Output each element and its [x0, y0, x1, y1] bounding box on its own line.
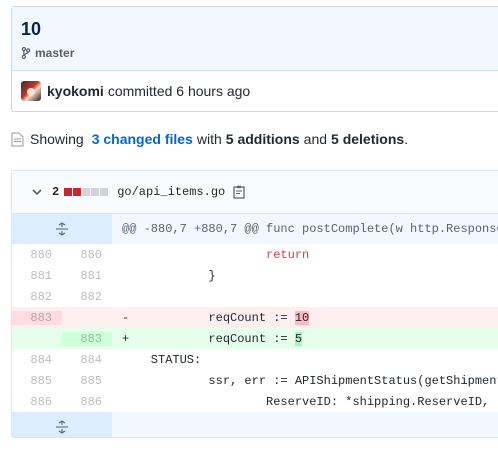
hunk-header: @@ -880,7 +880,7 @@ func postComplete(w …: [122, 222, 498, 236]
old-line-number[interactable]: 884: [12, 353, 62, 367]
summary-and: and: [303, 131, 328, 147]
diff-marker: -: [122, 310, 130, 325]
old-line-number[interactable]: 882: [12, 290, 62, 304]
file-diff: 2 go/api_items.go @@ -880,7 +880,7 @@ fu…: [11, 170, 498, 438]
commit-title: 10: [21, 19, 42, 39]
changed-token: 5: [294, 331, 303, 346]
code-text: return: [122, 247, 310, 262]
hunk-footer-row: [12, 412, 498, 437]
new-line-number[interactable]: 885: [62, 374, 112, 388]
changed-token: 10: [294, 310, 310, 325]
added-line: 883 + reqCount := 5: [12, 328, 498, 349]
commit-box: 10 master kyokomi committed 6 hours ago: [11, 6, 498, 112]
code-line: [112, 290, 151, 304]
clipboard-icon[interactable]: [233, 185, 245, 199]
context-line: 884 884 STATUS:: [12, 349, 498, 370]
code-line: + reqCount := 5: [112, 331, 303, 346]
context-line: 885 885 ssr, err := APIShipmentStatus(get…: [12, 370, 498, 391]
summary-period: .: [404, 131, 409, 147]
code-text: }: [122, 268, 216, 283]
chevron-down-icon[interactable]: [32, 188, 42, 196]
new-line-number[interactable]: 886: [62, 395, 112, 409]
old-line-number[interactable]: 886: [12, 395, 62, 409]
code-line: ssr, err := APIShipmentStatus(getShipmen…: [112, 374, 498, 388]
code-text: ReserveID: *shipping.ReserveID,: [122, 394, 490, 409]
changed-files-link[interactable]: 3 changed files: [92, 131, 193, 147]
code-text: ssr, err := APIShipmentStatus(getShipmen…: [208, 373, 498, 388]
new-line-number[interactable]: 880: [62, 248, 112, 262]
code-text: reqCount :=: [150, 310, 295, 325]
branch-icon: [21, 47, 31, 59]
commit-header: 10 master: [12, 7, 498, 71]
diff-stat-blocks: [64, 188, 109, 196]
diff-stat-block: [91, 188, 100, 196]
expand-down-icon[interactable]: [12, 412, 112, 437]
file-path-link[interactable]: go/api_items.go: [117, 185, 225, 199]
diff-summary: Showing 3 changed files with 5 additions…: [11, 131, 408, 147]
context-line: 880 880 return: [12, 244, 498, 265]
old-line-number[interactable]: 883: [12, 310, 62, 325]
new-line-number[interactable]: 884: [62, 353, 112, 367]
old-line-number[interactable]: 885: [12, 374, 62, 388]
code-line: ReserveID: *shipping.ReserveID,: [112, 395, 489, 409]
author-link[interactable]: kyokomi: [47, 83, 104, 99]
new-line-number[interactable]: 882: [62, 290, 112, 304]
branch-name: master: [35, 46, 75, 60]
change-count: 2: [52, 185, 60, 199]
old-line-number[interactable]: 880: [12, 248, 62, 262]
diff-stat-block: [100, 188, 109, 196]
context-line: 881 881 }: [12, 265, 498, 286]
avatar[interactable]: [21, 81, 41, 101]
commit-meta: kyokomi committed 6 hours ago: [21, 81, 250, 101]
code-text: reqCount :=: [150, 331, 295, 346]
code-line: }: [112, 268, 216, 283]
context-line: 882 882: [12, 286, 498, 307]
diff-stat-block: [73, 188, 82, 196]
code-line: - reqCount := 10: [112, 310, 310, 325]
diff-marker: +: [122, 331, 130, 346]
diff-stat-block: [82, 188, 91, 196]
deleted-line: 883 - reqCount := 10: [12, 307, 498, 328]
deletions-count: 5 deletions: [331, 131, 405, 147]
summary-showing: Showing: [30, 131, 84, 147]
file-diff-icon: [11, 132, 24, 146]
context-line: 886 886 ReserveID: *shipping.ReserveID,: [12, 391, 498, 412]
additions-count: 5 additions: [225, 131, 300, 147]
commit-time: committed 6 hours ago: [107, 83, 251, 99]
code-text: STATUS:: [122, 352, 202, 367]
diff-table: @@ -880,7 +880,7 @@ func postComplete(w …: [12, 214, 498, 437]
hunk-row: @@ -880,7 +880,7 @@ func postComplete(w …: [12, 214, 498, 244]
branch-label[interactable]: master: [21, 46, 74, 60]
summary-with: with: [196, 131, 222, 147]
expand-up-icon[interactable]: [12, 214, 112, 244]
diff-stat-block: [64, 188, 73, 196]
old-line-number[interactable]: 881: [12, 269, 62, 283]
new-line-number[interactable]: 881: [62, 269, 112, 283]
new-line-number[interactable]: 883: [62, 331, 112, 346]
code-line: return: [112, 248, 309, 262]
file-header: 2 go/api_items.go: [12, 171, 498, 214]
code-line: STATUS:: [112, 353, 201, 367]
